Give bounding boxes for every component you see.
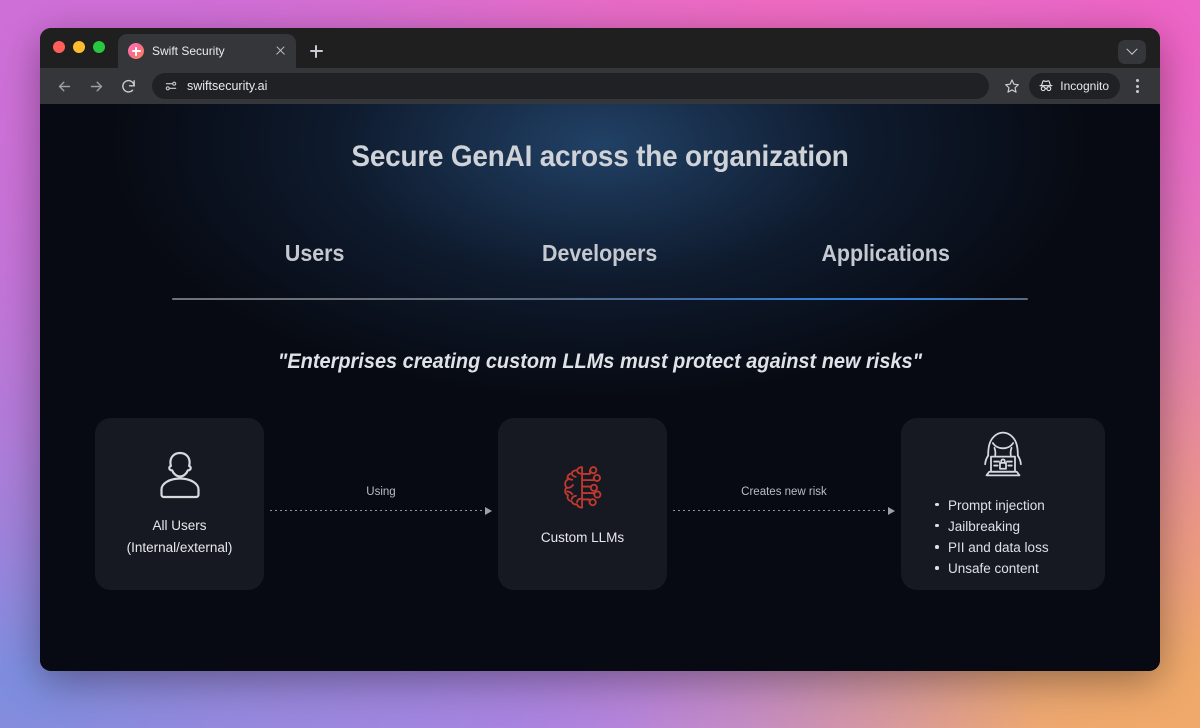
caption-line-2: (Internal/external) <box>126 540 233 555</box>
minimize-window-button[interactable] <box>73 41 85 53</box>
list-item: Unsafe content <box>935 558 1049 579</box>
dotted-line <box>673 510 889 511</box>
flow-connector-creates-new-risk: Creates new risk <box>667 486 901 515</box>
browser-toolbar: swiftsecurity.ai Incognito <box>40 68 1160 104</box>
maximize-window-button[interactable] <box>93 41 105 53</box>
tab-title: Swift Security <box>152 44 225 58</box>
window-traffic-lights <box>53 28 105 68</box>
tab-developers[interactable]: Developers <box>467 240 732 267</box>
flow-card-caption: Custom LLMs <box>541 527 624 549</box>
tab-applications[interactable]: Applications <box>753 240 1018 267</box>
user-avatar-icon <box>154 449 206 505</box>
bookmark-button[interactable] <box>999 73 1025 99</box>
incognito-indicator[interactable]: Incognito <box>1029 73 1120 99</box>
favicon-icon <box>128 43 144 59</box>
dotted-arrow-icon <box>673 506 895 515</box>
flow-card-caption: All Users (Internal/external) <box>127 515 233 560</box>
browser-tab-swift-security[interactable]: Swift Security <box>118 34 296 68</box>
tab-strip: Swift Security <box>40 28 1160 68</box>
page-title: Secure GenAI across the organization <box>351 140 849 173</box>
flow-connector-using: Using <box>264 486 498 515</box>
arrow-head-icon <box>485 506 492 515</box>
back-button[interactable] <box>50 72 78 100</box>
tab-users[interactable]: Users <box>182 240 447 267</box>
star-icon <box>1005 79 1020 93</box>
new-tab-button[interactable] <box>302 37 330 65</box>
flow-diagram: All Users (Internal/external) Using Cust… <box>95 418 1105 590</box>
quote-text: "Enterprises creating custom LLMs must p… <box>277 350 923 373</box>
dotted-line <box>270 510 486 511</box>
section-tabs: Users Developers Applications <box>172 240 1028 267</box>
incognito-hat-icon <box>1039 80 1053 92</box>
hacker-hoodie-laptop-icon <box>971 429 1035 487</box>
list-item: Prompt injection <box>935 495 1049 516</box>
caption-line-1: Custom LLMs <box>540 529 625 545</box>
kebab-dot <box>1135 78 1139 82</box>
dotted-arrow-icon <box>270 506 492 515</box>
close-icon[interactable] <box>272 43 288 59</box>
forward-button[interactable] <box>82 72 110 100</box>
arrow-head-icon <box>888 506 895 515</box>
tab-search-button[interactable] <box>1118 40 1146 64</box>
tune-sliders-icon[interactable] <box>164 79 178 93</box>
caption-line-1: All Users <box>152 517 207 533</box>
flow-card-custom-llms: Custom LLMs <box>498 418 667 590</box>
connector-label: Creates new risk <box>741 485 827 498</box>
section-tabs-underline <box>172 298 1028 300</box>
reload-button[interactable] <box>114 72 142 100</box>
risk-bullet-list: Prompt injection Jailbreaking PII and da… <box>911 495 1049 579</box>
incognito-label: Incognito <box>1060 79 1109 93</box>
page-viewport: Secure GenAI across the organization Use… <box>40 104 1160 671</box>
kebab-dot <box>1135 90 1139 94</box>
list-item: Jailbreaking <box>935 516 1049 537</box>
address-bar[interactable]: swiftsecurity.ai <box>152 73 990 99</box>
browser-menu-button[interactable] <box>1124 73 1150 99</box>
connector-label: Using <box>366 485 396 498</box>
kebab-dot <box>1135 84 1139 88</box>
close-window-button[interactable] <box>53 41 65 53</box>
chevron-down-icon <box>1126 43 1138 55</box>
flow-card-risks: Prompt injection Jailbreaking PII and da… <box>901 418 1105 590</box>
flow-card-all-users: All Users (Internal/external) <box>95 418 264 590</box>
list-item: PII and data loss <box>935 537 1049 558</box>
browser-window: Swift Security swiftsecurity.ai Incognit… <box>40 28 1160 671</box>
url-text: swiftsecurity.ai <box>187 79 268 93</box>
ai-brain-circuit-icon <box>554 459 612 517</box>
